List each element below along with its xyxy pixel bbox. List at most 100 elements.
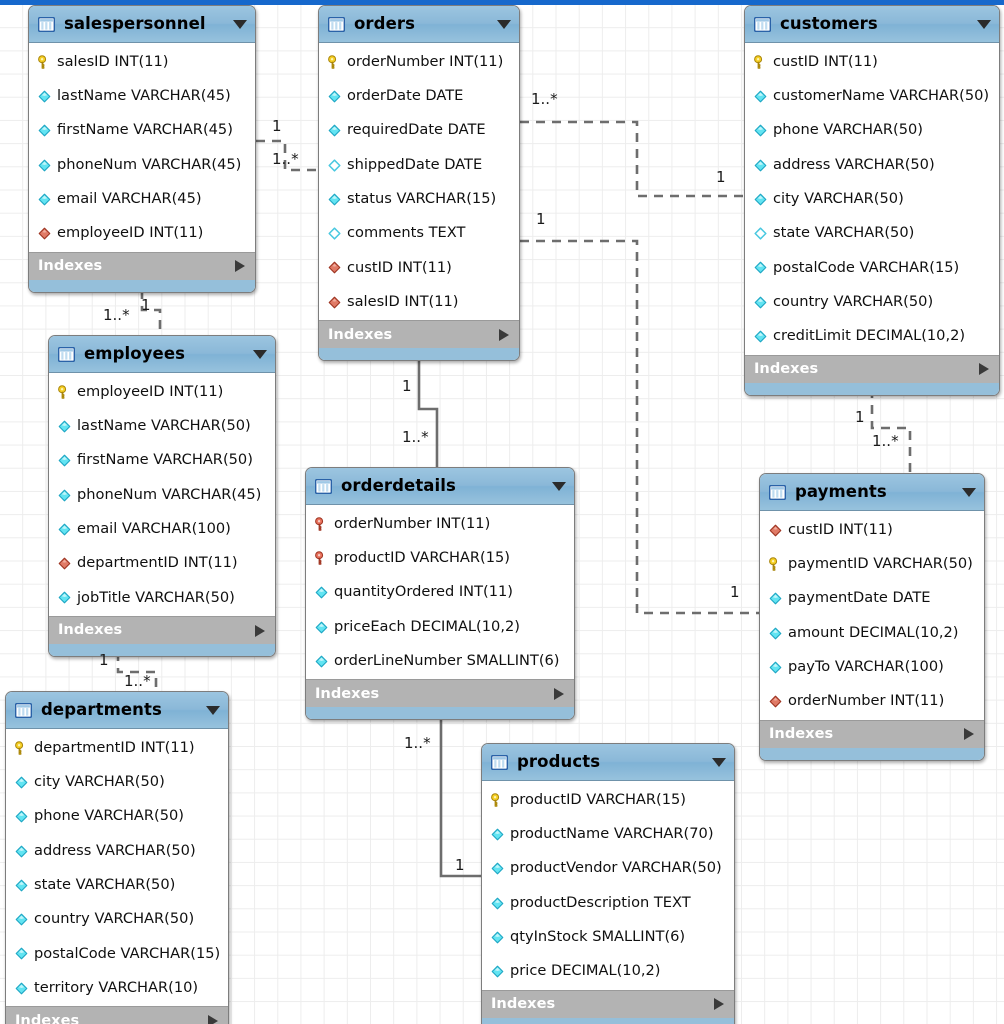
chevron-down-icon[interactable]: [977, 19, 991, 29]
chevron-down-icon[interactable]: [712, 757, 726, 767]
table-row[interactable]: productName VARCHAR(70): [482, 817, 734, 851]
table-row[interactable]: phoneNum VARCHAR(45): [49, 478, 275, 512]
indexes-section-employees[interactable]: Indexes: [49, 616, 275, 645]
table-row[interactable]: departmentID INT(11): [6, 731, 228, 765]
indexes-section-orders[interactable]: Indexes: [319, 320, 519, 349]
table-header-customers[interactable]: customers: [745, 6, 999, 43]
table-row[interactable]: postalCode VARCHAR(15): [745, 251, 999, 285]
table-row[interactable]: orderDate DATE: [319, 79, 519, 113]
chevron-down-icon[interactable]: [497, 19, 511, 29]
indexes-section-salespersonnel[interactable]: Indexes: [29, 251, 255, 280]
table-row[interactable]: requiredDate DATE: [319, 114, 519, 148]
table-row[interactable]: orderLineNumber SMALLINT(6): [306, 644, 574, 678]
table-row[interactable]: comments TEXT: [319, 216, 519, 250]
table-row[interactable]: amount DECIMAL(10,2): [760, 616, 984, 650]
table-row[interactable]: country VARCHAR(50): [6, 902, 228, 936]
table-row[interactable]: custID INT(11): [745, 45, 999, 79]
table-orderdetails[interactable]: orderdetails orderNumber INT(11) productID…: [305, 467, 575, 721]
expand-triangle-icon[interactable]: [255, 624, 265, 637]
indexes-section-products[interactable]: Indexes: [482, 989, 734, 1018]
chevron-down-icon[interactable]: [253, 349, 267, 359]
table-salespersonnel[interactable]: salespersonnel salesID INT(11) lastName VA…: [28, 5, 256, 293]
table-row[interactable]: email VARCHAR(45): [29, 182, 255, 216]
table-row[interactable]: employeeID INT(11): [49, 375, 275, 409]
table-departments[interactable]: departments departmentID INT(11) city VARC…: [5, 691, 229, 1024]
table-orders[interactable]: orders orderNumber INT(11) orderDate DATE r…: [318, 5, 520, 362]
table-row[interactable]: country VARCHAR(50): [745, 285, 999, 319]
table-row[interactable]: status VARCHAR(15): [319, 182, 519, 216]
table-row[interactable]: city VARCHAR(50): [6, 765, 228, 799]
table-customers[interactable]: customers custID INT(11) customerName VARC…: [744, 5, 1000, 396]
table-row[interactable]: productVendor VARCHAR(50): [482, 852, 734, 886]
table-row[interactable]: phone VARCHAR(50): [745, 114, 999, 148]
table-row[interactable]: paymentID VARCHAR(50): [760, 547, 984, 581]
indexes-section-payments[interactable]: Indexes: [760, 719, 984, 748]
table-row[interactable]: productDescription TEXT: [482, 886, 734, 920]
table-row[interactable]: lastName VARCHAR(50): [49, 409, 275, 443]
table-row[interactable]: postalCode VARCHAR(15): [6, 937, 228, 971]
table-row[interactable]: city VARCHAR(50): [745, 182, 999, 216]
eer-diagram-canvas[interactable]: 1 1..* 1..* 1 1..* 1 1 1 1 1..* 1 1..* 1…: [0, 0, 1004, 1024]
table-row[interactable]: productID VARCHAR(15): [306, 541, 574, 575]
table-row[interactable]: address VARCHAR(50): [745, 148, 999, 182]
table-header-orderdetails[interactable]: orderdetails: [306, 468, 574, 505]
foreign-key-icon: [57, 556, 72, 571]
table-employees[interactable]: employees employeeID INT(11) lastName VARC…: [48, 335, 276, 658]
expand-triangle-icon[interactable]: [554, 687, 564, 700]
table-footer-strip: [760, 747, 984, 760]
indexes-section-departments[interactable]: Indexes: [6, 1006, 228, 1024]
table-row[interactable]: phone VARCHAR(50): [6, 800, 228, 834]
table-row[interactable]: orderNumber INT(11): [306, 507, 574, 541]
table-row[interactable]: lastName VARCHAR(45): [29, 79, 255, 113]
table-header-products[interactable]: products: [482, 744, 734, 781]
table-row[interactable]: jobTitle VARCHAR(50): [49, 581, 275, 615]
table-header-orders[interactable]: orders: [319, 6, 519, 43]
table-row[interactable]: salesID INT(11): [29, 45, 255, 79]
table-row[interactable]: payTo VARCHAR(100): [760, 650, 984, 684]
expand-triangle-icon[interactable]: [964, 728, 974, 741]
table-header-departments[interactable]: departments: [6, 692, 228, 729]
table-row[interactable]: firstName VARCHAR(45): [29, 114, 255, 148]
table-payments[interactable]: payments custID INT(11) paymentID VARCHAR(…: [759, 473, 985, 761]
expand-triangle-icon[interactable]: [979, 363, 989, 376]
table-row[interactable]: email VARCHAR(100): [49, 512, 275, 546]
indexes-section-orderdetails[interactable]: Indexes: [306, 679, 574, 708]
table-row[interactable]: state VARCHAR(50): [745, 216, 999, 250]
table-row[interactable]: phoneNum VARCHAR(45): [29, 148, 255, 182]
table-row[interactable]: custID INT(11): [319, 251, 519, 285]
table-row[interactable]: orderNumber INT(11): [760, 684, 984, 718]
expand-triangle-icon[interactable]: [499, 328, 509, 341]
expand-triangle-icon[interactable]: [714, 998, 724, 1011]
table-row[interactable]: customerName VARCHAR(50): [745, 79, 999, 113]
chevron-down-icon[interactable]: [552, 481, 566, 491]
table-row[interactable]: employeeID INT(11): [29, 216, 255, 250]
table-header-salespersonnel[interactable]: salespersonnel: [29, 6, 255, 43]
chevron-down-icon[interactable]: [233, 19, 247, 29]
table-row[interactable]: price DECIMAL(10,2): [482, 954, 734, 988]
indexes-label: Indexes: [491, 994, 556, 1012]
table-row[interactable]: shippedDate DATE: [319, 148, 519, 182]
table-products[interactable]: products productID VARCHAR(15) productName…: [481, 743, 735, 1024]
chevron-down-icon[interactable]: [962, 487, 976, 497]
table-row[interactable]: qtyInStock SMALLINT(6): [482, 920, 734, 954]
table-row[interactable]: departmentID INT(11): [49, 546, 275, 580]
table-row[interactable]: firstName VARCHAR(50): [49, 444, 275, 478]
table-row[interactable]: territory VARCHAR(10): [6, 971, 228, 1005]
chevron-down-icon[interactable]: [206, 705, 220, 715]
table-row[interactable]: custID INT(11): [760, 513, 984, 547]
expand-triangle-icon[interactable]: [235, 260, 245, 273]
table-row[interactable]: paymentDate DATE: [760, 582, 984, 616]
table-row[interactable]: priceEach DECIMAL(10,2): [306, 610, 574, 644]
indexes-section-customers[interactable]: Indexes: [745, 354, 999, 383]
table-row[interactable]: address VARCHAR(50): [6, 834, 228, 868]
table-header-payments[interactable]: payments: [760, 474, 984, 511]
table-row[interactable]: salesID INT(11): [319, 285, 519, 319]
table-row[interactable]: state VARCHAR(50): [6, 868, 228, 902]
table-title: salespersonnel: [64, 13, 206, 33]
table-header-employees[interactable]: employees: [49, 336, 275, 373]
table-row[interactable]: productID VARCHAR(15): [482, 783, 734, 817]
table-row[interactable]: orderNumber INT(11): [319, 45, 519, 79]
table-row[interactable]: quantityOrdered INT(11): [306, 576, 574, 610]
expand-triangle-icon[interactable]: [208, 1014, 218, 1024]
table-row[interactable]: creditLimit DECIMAL(10,2): [745, 319, 999, 353]
